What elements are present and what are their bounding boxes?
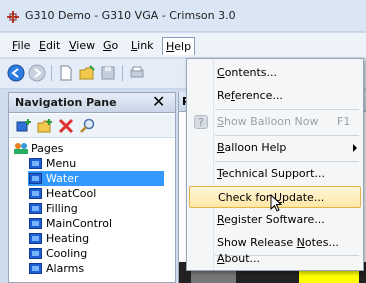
page-icon	[29, 218, 42, 229]
new-icon[interactable]	[57, 64, 75, 82]
technical-support-item[interactable]: Technical Support...	[189, 163, 361, 185]
help-reference-item[interactable]: Reference...	[189, 85, 361, 107]
page-item-alarms[interactable]: Alarms	[29, 261, 149, 276]
open-icon[interactable]	[78, 64, 96, 82]
forward-icon[interactable]	[28, 64, 46, 82]
navigation-pane-header: Navigation Pane ✕	[9, 92, 175, 113]
submenu-arrow-icon	[353, 144, 357, 152]
page-label: Menu	[46, 157, 77, 170]
toolbar-separator	[122, 65, 123, 81]
title-bar: G310 Demo - G310 VGA - Crimson 3.0	[0, 0, 366, 32]
show-balloon-now-item: Show Balloon Now F1	[189, 111, 361, 134]
page-label: Cooling	[46, 247, 88, 260]
delete-icon[interactable]	[57, 117, 75, 135]
application-window: G310 Demo - G310 VGA - Crimson 3.0 File …	[0, 0, 366, 283]
page-icon	[29, 188, 42, 199]
page-icon	[29, 263, 42, 274]
page-item-heatcool[interactable]: HeatCool	[29, 186, 149, 201]
about-item[interactable]: About...	[189, 248, 361, 270]
mouse-pointer-icon	[270, 194, 283, 212]
page-icon	[29, 173, 42, 184]
add-page-icon[interactable]	[15, 117, 33, 135]
crimson-app-icon	[7, 11, 19, 23]
page-icon	[29, 203, 42, 214]
shortcut-label: F1	[337, 115, 351, 128]
page-label: HeatCool	[46, 187, 97, 200]
page-label: Filling	[46, 202, 78, 215]
page-item-water[interactable]: Water	[28, 171, 164, 186]
menu-link[interactable]: Link	[128, 37, 157, 55]
menu-bar: File Edit View Go Link Help	[0, 33, 366, 58]
balloon-help-icon	[194, 112, 208, 134]
help-contents-item[interactable]: Contents...	[189, 62, 361, 84]
tree-root-label: Pages	[31, 142, 64, 155]
menu-separator	[215, 161, 359, 162]
menu-separator	[215, 135, 359, 136]
back-icon[interactable]	[7, 64, 25, 82]
page-item-maincontrol[interactable]: MainControl	[29, 216, 149, 231]
print-icon[interactable]	[128, 64, 146, 82]
navigation-pane-toolbar	[9, 114, 175, 138]
toolbar-separator	[51, 65, 52, 81]
close-icon[interactable]: ✕	[152, 92, 165, 111]
menu-separator	[215, 109, 359, 110]
page-icon	[29, 233, 42, 244]
navigation-pane: Navigation Pane ✕ Pages Menu Water HeatC…	[8, 92, 176, 283]
page-label: Heating	[46, 232, 90, 245]
page-item-cooling[interactable]: Cooling	[29, 246, 149, 261]
menu-file[interactable]: File	[9, 37, 33, 55]
search-icon[interactable]	[78, 117, 96, 135]
balloon-help-item[interactable]: Balloon Help	[189, 137, 361, 159]
navigation-pane-title: Navigation Pane	[15, 96, 117, 109]
menu-go[interactable]: Go	[100, 37, 121, 55]
page-label: Water	[46, 172, 79, 185]
page-item-heating[interactable]: Heating	[29, 231, 149, 246]
add-folder-icon[interactable]	[36, 117, 54, 135]
page-item-menu[interactable]: Menu	[29, 156, 149, 171]
pages-folder-icon	[14, 143, 28, 154]
page-label: Alarms	[46, 262, 85, 275]
save-icon[interactable]	[99, 64, 117, 82]
tree-root-pages[interactable]: Pages	[13, 141, 163, 156]
page-item-filling[interactable]: Filling	[29, 201, 149, 216]
menu-view[interactable]: View	[66, 37, 98, 55]
window-title: G310 Demo - G310 VGA - Crimson 3.0	[25, 9, 236, 22]
page-label: MainControl	[46, 217, 113, 230]
menu-help[interactable]: Help	[162, 37, 196, 55]
help-menu-dropdown: Contents... Reference... Show Balloon No…	[186, 58, 364, 271]
page-icon	[29, 248, 42, 259]
menu-edit[interactable]: Edit	[36, 37, 63, 55]
page-icon	[29, 158, 42, 169]
